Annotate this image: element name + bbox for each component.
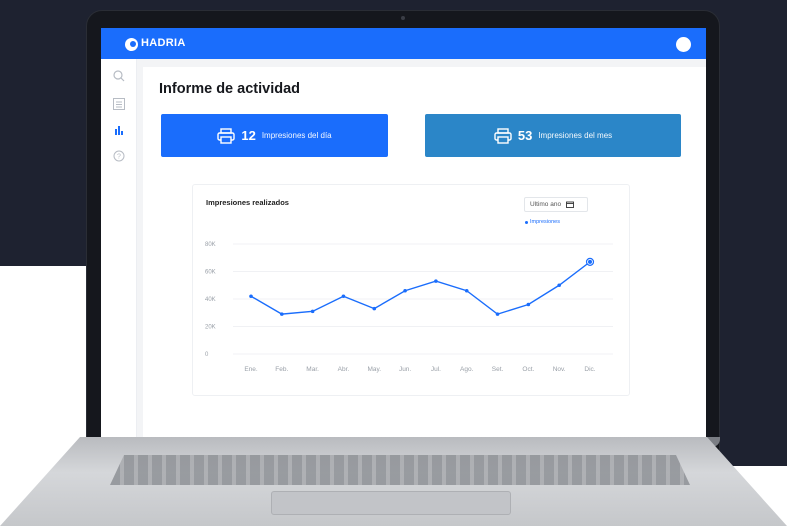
monthly-prints-label: Impresiones del mes bbox=[538, 131, 613, 140]
data-point bbox=[310, 309, 315, 314]
data-point bbox=[557, 283, 561, 288]
data-point bbox=[526, 302, 531, 307]
svg-text:?: ? bbox=[117, 154, 121, 161]
data-point bbox=[588, 259, 592, 264]
daily-prints-value: 12 bbox=[241, 128, 256, 143]
keyboard bbox=[110, 455, 690, 485]
list-icon[interactable] bbox=[111, 96, 127, 112]
x-tick-label: Abr. bbox=[338, 366, 350, 373]
x-tick-label: Jun. bbox=[399, 366, 411, 373]
x-tick-label: Nov. bbox=[553, 366, 566, 373]
logo-icon bbox=[125, 38, 138, 51]
help-icon[interactable]: ? bbox=[111, 148, 127, 164]
sidebar: ? bbox=[101, 59, 137, 437]
series-line bbox=[250, 261, 591, 315]
y-tick-label: 20K bbox=[205, 325, 216, 331]
monthly-prints-value: 53 bbox=[517, 128, 533, 143]
y-tick-label: 60K bbox=[205, 270, 216, 276]
y-tick-label: 40K bbox=[205, 297, 216, 303]
x-tick-label: Oct. bbox=[522, 366, 534, 373]
camera bbox=[401, 16, 405, 20]
printer-icon bbox=[217, 127, 236, 144]
x-tick-label: Ago. bbox=[460, 366, 474, 373]
data-point bbox=[434, 279, 438, 283]
data-point bbox=[495, 312, 500, 316]
search-icon[interactable] bbox=[111, 68, 127, 84]
data-point bbox=[249, 294, 253, 299]
daily-prints-label: Impresiones del día bbox=[261, 131, 332, 140]
data-point bbox=[280, 312, 284, 316]
x-tick-label: Feb. bbox=[275, 366, 288, 373]
data-point bbox=[403, 288, 407, 293]
x-tick-label: Set. bbox=[492, 366, 504, 373]
y-tick-label: 0 bbox=[205, 352, 209, 358]
trackpad bbox=[271, 491, 511, 515]
avatar[interactable] bbox=[676, 37, 691, 52]
x-tick-label: Jul. bbox=[431, 366, 441, 373]
data-point bbox=[464, 288, 469, 293]
x-tick-label: May. bbox=[367, 366, 381, 373]
y-tick-label: 80K bbox=[205, 242, 216, 248]
brand-name: HADRIA bbox=[141, 37, 186, 49]
daily-prints-card[interactable]: 12 Impresiones del día bbox=[161, 114, 388, 157]
data-point bbox=[341, 294, 346, 299]
x-tick-label: Dic. bbox=[584, 366, 595, 373]
bar-chart-icon[interactable] bbox=[111, 122, 127, 138]
page-title: Informe de actividad bbox=[159, 81, 301, 97]
x-tick-label: Ene. bbox=[244, 366, 258, 373]
data-point bbox=[372, 306, 377, 311]
line-chart: 0 20K 40K 60K 80K Ene. Feb. Mar. Abr. May. Jun. Jul… bbox=[205, 242, 613, 373]
chart-card: Impresiones realizados Ultimo ano Impres… bbox=[192, 184, 630, 396]
top-bar: HADRIA bbox=[101, 28, 706, 59]
printer-icon bbox=[494, 127, 512, 144]
x-tick-label: Mar. bbox=[306, 366, 319, 373]
monthly-prints-card[interactable]: 53 Impresiones del mes bbox=[425, 114, 681, 157]
